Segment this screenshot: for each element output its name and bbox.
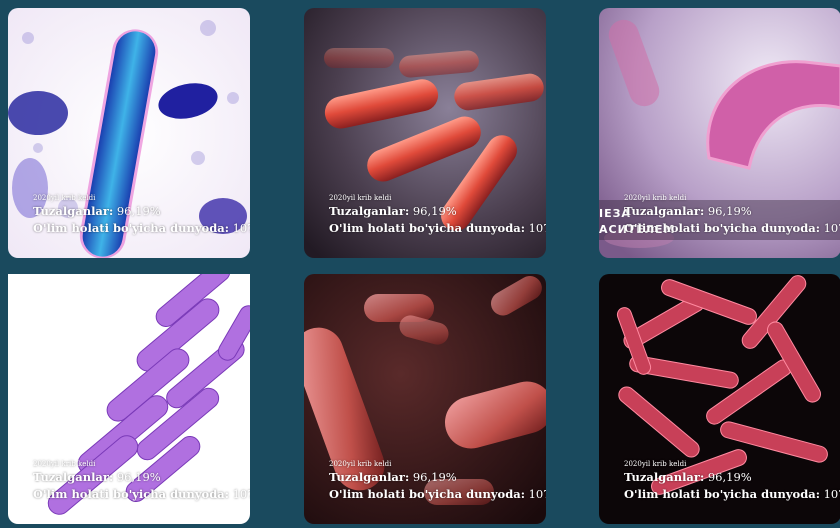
recovered-value: 96,19% [412, 204, 457, 218]
card-date: 2020yil krib keldi [33, 460, 96, 468]
bacteria-card-1[interactable]: 2020yil krib keldi Tuzalganlar: 96,19% O… [8, 8, 250, 258]
card-date: 2020yil krib keldi [329, 194, 392, 202]
recovered-value: 96,19% [707, 470, 752, 484]
recovered-value: 96,19% [707, 204, 752, 218]
card-date: 2020yil krib keldi [33, 194, 96, 202]
deaths-label: O'lim holati bo'yicha dunyoda: [33, 487, 229, 501]
deaths-value: 107 [528, 487, 546, 501]
recovered-value: 96,19% [412, 470, 457, 484]
deaths-label: O'lim holati bo'yicha dunyoda: [329, 221, 525, 235]
recovered-label: Tuzalganlar: [33, 204, 114, 218]
deaths-label: O'lim holati bo'yicha dunyoda: [624, 221, 820, 235]
bacteria-card-4[interactable]: 2020yil krib keldi Tuzalganlar: 96,19% O… [8, 274, 250, 524]
recovered-label: Tuzalganlar: [33, 470, 114, 484]
recovered-label: Tuzalganlar: [329, 204, 410, 218]
recovered-value: 96,19% [116, 470, 161, 484]
recovered-value: 96,19% [116, 204, 161, 218]
bacteria-card-5[interactable]: 2020yil krib keldi Tuzalganlar: 96,19% O… [304, 274, 546, 524]
recovered-label: Tuzalganlar: [624, 470, 705, 484]
deaths-value: 107 [232, 487, 250, 501]
deaths-label: O'lim holati bo'yicha dunyoda: [33, 221, 229, 235]
bacteria-card-3[interactable]: ІЕЗА АСИТЕЛЕМ 2020yil krib keldi Tuzalga… [599, 8, 840, 258]
card-date: 2020yil krib keldi [624, 194, 687, 202]
recovered-label: Tuzalganlar: [624, 204, 705, 218]
deaths-value: 107 [823, 221, 840, 235]
deaths-label: O'lim holati bo'yicha dunyoda: [624, 487, 820, 501]
deaths-value: 107 [232, 221, 250, 235]
bacteria-card-2[interactable]: 2020yil krib keldi Tuzalganlar: 96,19% O… [304, 8, 546, 258]
deaths-value: 107 [823, 487, 840, 501]
card-date: 2020yil krib keldi [624, 460, 687, 468]
card-date: 2020yil krib keldi [329, 460, 392, 468]
bacteria-card-6[interactable]: 2020yil krib keldi Tuzalganlar: 96,19% O… [599, 274, 840, 524]
deaths-label: O'lim holati bo'yicha dunyoda: [329, 487, 525, 501]
recovered-label: Tuzalganlar: [329, 470, 410, 484]
deaths-value: 107 [528, 221, 546, 235]
